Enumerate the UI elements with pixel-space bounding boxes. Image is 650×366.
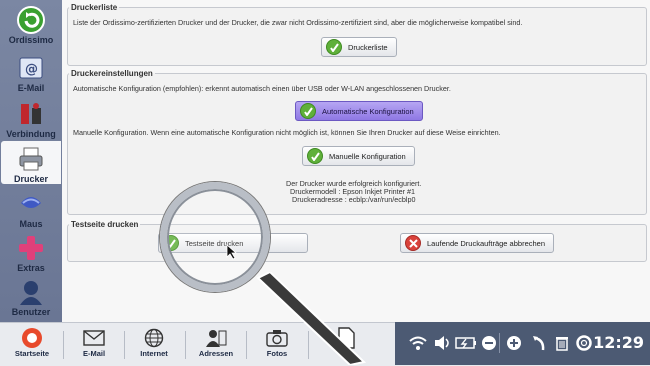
printer-list-button[interactable]: Druckerliste bbox=[321, 37, 397, 57]
sidebar-item-maus[interactable]: Maus bbox=[2, 186, 60, 229]
email-icon: @ bbox=[17, 54, 45, 82]
taskbar-item-email[interactable]: E-Mail bbox=[66, 327, 122, 365]
section-title: Testseite drucken bbox=[71, 220, 139, 229]
auto-config-description: Automatische Konfiguration (empfohlen): … bbox=[73, 84, 451, 93]
sidebar-item-label: E-Mail bbox=[17, 83, 45, 93]
divider bbox=[246, 331, 247, 359]
taskbar-label: Adressen bbox=[198, 349, 234, 358]
envelope-icon bbox=[83, 327, 105, 349]
sidebar-item-label: Ordissimo bbox=[8, 35, 54, 45]
divider bbox=[185, 331, 186, 359]
battery-icon[interactable] bbox=[455, 335, 477, 354]
ordissimo-back-icon bbox=[17, 6, 45, 34]
button-label: Druckerliste bbox=[348, 42, 388, 52]
home-icon bbox=[21, 327, 43, 349]
user-icon bbox=[17, 278, 45, 306]
wifi-icon[interactable] bbox=[409, 335, 427, 354]
zoom-in-icon[interactable] bbox=[506, 335, 522, 354]
button-label: Manuelle Konfiguration bbox=[329, 151, 406, 161]
taskbar-label: Internet bbox=[140, 349, 168, 358]
taskbar-item-startseite[interactable]: Startseite bbox=[4, 327, 60, 365]
manual-config-description: Manuelle Konfiguration. Wenn eine automa… bbox=[73, 128, 501, 137]
taskbar-label: E-Mail bbox=[82, 349, 106, 358]
button-label: Laufende Druckaufträge abbrechen bbox=[427, 238, 546, 248]
sidebar: Ordissimo @ E-Mail Verbindung Drucker Ma… bbox=[0, 0, 62, 322]
sidebar-item-drucker[interactable]: Drucker bbox=[1, 141, 61, 184]
help-lifebuoy-icon[interactable] bbox=[576, 335, 592, 354]
taskbar-label: Startseite bbox=[14, 349, 50, 358]
section-title: Druckerliste bbox=[71, 3, 118, 12]
sidebar-item-label: Drucker bbox=[13, 174, 49, 184]
magnifier-lens-icon bbox=[160, 182, 270, 292]
checkmark-icon bbox=[300, 103, 316, 119]
divider bbox=[124, 331, 125, 359]
trash-icon[interactable] bbox=[555, 335, 569, 354]
svg-text:@: @ bbox=[25, 62, 38, 77]
auto-config-button[interactable]: Automatische Konfiguration bbox=[295, 101, 423, 121]
sidebar-item-label: Extras bbox=[17, 263, 45, 273]
clock: 12:29 bbox=[593, 333, 644, 352]
sidebar-item-ordissimo[interactable]: Ordissimo bbox=[2, 2, 60, 45]
system-tray: 12:29 bbox=[395, 322, 650, 365]
sidebar-item-label: Benutzer bbox=[11, 307, 51, 317]
taskbar-item-adressen[interactable]: Adressen bbox=[188, 327, 244, 365]
sidebar-item-label: Maus bbox=[19, 219, 43, 229]
mouse-cursor-icon bbox=[226, 244, 238, 260]
plus-icon bbox=[17, 234, 45, 262]
taskbar-item-internet[interactable]: Internet bbox=[126, 327, 182, 365]
divider bbox=[499, 333, 500, 353]
test-page-section: Testseite drucken bbox=[67, 220, 647, 262]
checkmark-icon bbox=[326, 39, 342, 55]
sidebar-item-verbindung[interactable]: Verbindung bbox=[2, 96, 60, 139]
divider bbox=[63, 331, 64, 359]
sidebar-item-benutzer[interactable]: Benutzer bbox=[2, 274, 60, 317]
sidebar-item-email[interactable]: @ E-Mail bbox=[2, 50, 60, 93]
printer-list-description: Liste der Ordissimo-zertifizierten Druck… bbox=[73, 18, 523, 27]
magnifier-handle-icon bbox=[256, 272, 366, 365]
globe-icon bbox=[144, 327, 164, 349]
printer-address-line: Druckeradresse : ecblp:/var/run/ecblp0 bbox=[292, 195, 416, 204]
zoom-out-icon[interactable] bbox=[481, 335, 497, 354]
checkmark-icon bbox=[307, 148, 323, 164]
section-title: Druckereinstellungen bbox=[71, 69, 153, 78]
undo-icon[interactable] bbox=[532, 335, 546, 354]
mouse-icon bbox=[17, 190, 45, 218]
cancel-print-jobs-button[interactable]: Laufende Druckaufträge abbrechen bbox=[400, 233, 555, 253]
manual-config-button[interactable]: Manuelle Konfiguration bbox=[302, 146, 415, 166]
button-label: Automatische Konfiguration bbox=[322, 106, 414, 116]
close-icon bbox=[405, 235, 421, 251]
volume-icon[interactable] bbox=[434, 335, 452, 354]
printer-icon bbox=[17, 145, 45, 173]
sidebar-item-extras[interactable]: Extras bbox=[2, 230, 60, 273]
contacts-icon bbox=[205, 327, 227, 349]
connection-icon bbox=[17, 100, 45, 128]
sidebar-item-label: Verbindung bbox=[6, 129, 56, 139]
